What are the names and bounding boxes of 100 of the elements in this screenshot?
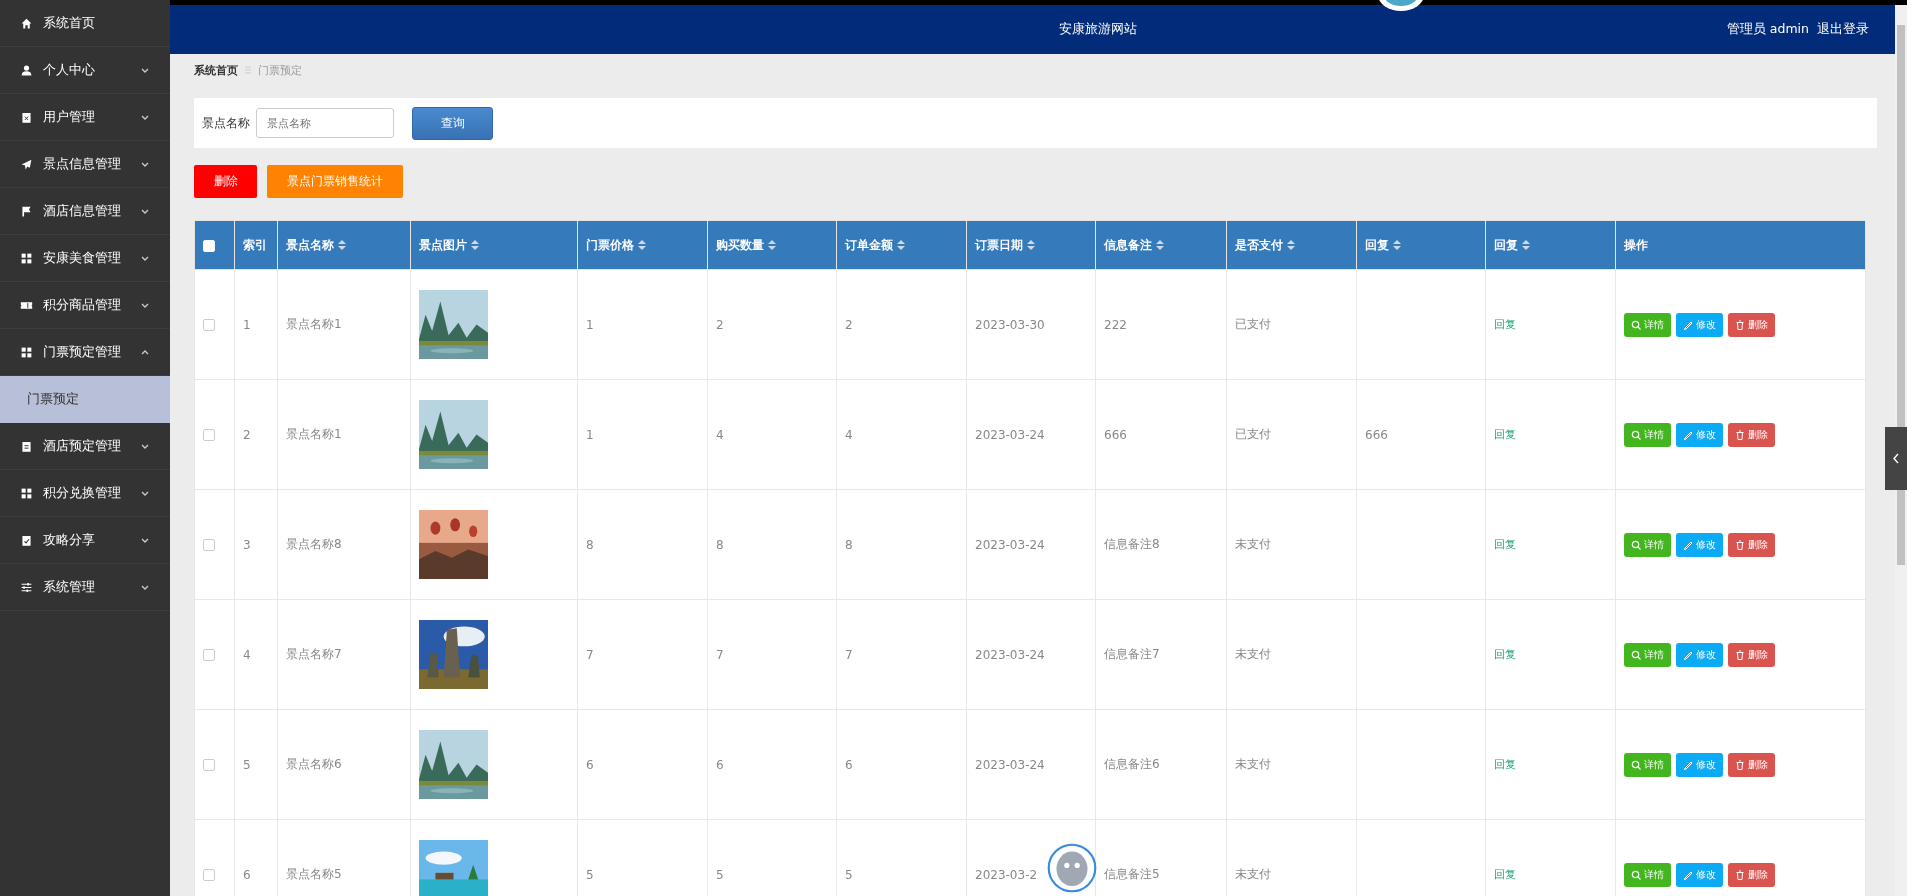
sort-icon[interactable] [1287, 240, 1295, 250]
reply-link[interactable]: 回复 [1494, 318, 1516, 330]
details-button[interactable]: 详情 [1624, 752, 1671, 777]
column-header[interactable]: 订单金额 [836, 220, 967, 270]
edit-button[interactable]: 修改 [1676, 752, 1723, 777]
trash-icon [1735, 429, 1745, 440]
delete-button[interactable]: 删除 [1728, 312, 1775, 337]
pencil-icon [1683, 429, 1693, 440]
table-cell: 未支付 [1235, 757, 1271, 771]
sort-icon[interactable] [338, 240, 346, 250]
table-cell: 信息备注5 [1104, 867, 1160, 881]
search-icon [1631, 319, 1641, 330]
pencil-icon [1683, 319, 1693, 330]
table-cell: 2 [243, 427, 251, 442]
table-cell: 2023-03-24 [975, 647, 1045, 662]
table-cell: 6 [716, 757, 724, 772]
sort-icon[interactable] [471, 240, 479, 250]
delete-button[interactable]: 删除 [1728, 862, 1775, 887]
reply-link[interactable]: 回复 [1494, 648, 1516, 660]
table-cell: 景点名称7 [286, 647, 342, 661]
details-button[interactable]: 详情 [1624, 532, 1671, 557]
column-header[interactable]: 是否支付 [1226, 220, 1357, 270]
column-header[interactable]: 回复 [1356, 220, 1486, 270]
sort-icon[interactable] [1393, 240, 1401, 250]
column-header[interactable]: 景点名称 [277, 220, 411, 270]
sort-icon[interactable] [1027, 240, 1035, 250]
breadcrumb-current: 门票预定 [258, 62, 302, 78]
reply-link[interactable]: 回复 [1494, 428, 1516, 440]
table-cell: 8 [845, 537, 853, 552]
edit-button[interactable]: 修改 [1676, 422, 1723, 447]
select-all-checkbox[interactable] [203, 239, 215, 252]
statistics-button[interactable]: 景点门票销售统计 [267, 165, 403, 198]
row-checkbox[interactable] [203, 539, 215, 551]
sort-icon[interactable] [897, 240, 905, 250]
edit-button[interactable]: 修改 [1676, 312, 1723, 337]
pencil-icon [1683, 759, 1693, 770]
table-cell: 景点名称8 [286, 537, 342, 551]
column-header: 索引 [234, 220, 278, 270]
column-header[interactable]: 回复 [1485, 220, 1616, 270]
reply-link[interactable]: 回复 [1494, 538, 1516, 550]
grid-icon [20, 251, 33, 265]
search-icon [1631, 759, 1641, 770]
reply-link[interactable]: 回复 [1494, 758, 1516, 770]
table-cell: 2023-03-30 [975, 317, 1045, 332]
search-field[interactable]: 景点名称 [256, 108, 394, 138]
sort-icon[interactable] [1156, 240, 1164, 250]
row-checkbox[interactable] [203, 429, 215, 441]
table-cell: 6 [243, 867, 251, 882]
details-button[interactable]: 详情 [1624, 862, 1671, 887]
table-cell: 信息备注8 [1104, 537, 1160, 551]
table-cell: 7 [845, 647, 853, 662]
column-header[interactable]: 信息备注 [1095, 220, 1227, 270]
table-cell: 2023-03-2 [975, 867, 1038, 882]
details-button[interactable]: 详情 [1624, 312, 1671, 337]
table-cell: 2023-03-24 [975, 427, 1045, 442]
reply-link[interactable]: 回复 [1494, 868, 1516, 880]
table-cell: 3 [243, 537, 251, 552]
home-icon [20, 16, 33, 30]
table-cell: 未支付 [1235, 867, 1271, 881]
trash-icon [1735, 869, 1745, 880]
edit-button[interactable]: 修改 [1676, 532, 1723, 557]
pencil-icon [1683, 869, 1693, 880]
table-cell: 5 [845, 867, 853, 882]
row-checkbox[interactable] [203, 759, 215, 771]
edit-button[interactable]: 修改 [1676, 862, 1723, 887]
table-cell: 8 [716, 537, 724, 552]
column-header[interactable]: 景点图片 [410, 220, 578, 270]
table-cell: 未支付 [1235, 647, 1271, 661]
search-button[interactable]: 查询 [412, 106, 493, 140]
row-checkbox[interactable] [203, 319, 215, 331]
table-cell: 666 [1104, 427, 1127, 442]
column-header[interactable]: 门票价格 [577, 220, 708, 270]
table-cell: 666 [1365, 427, 1388, 442]
flag-icon [20, 204, 33, 218]
table-cell: 2 [845, 317, 853, 332]
sort-icon[interactable] [638, 240, 646, 250]
delete-button[interactable]: 删除 [1728, 752, 1775, 777]
delete-button[interactable]: 删除 [1728, 642, 1775, 667]
edit-button[interactable]: 修改 [1676, 642, 1723, 667]
table-cell: 景点名称1 [286, 317, 342, 331]
breadcrumb-link[interactable]: 系统首页 [194, 62, 238, 78]
robot-avatar-icon[interactable] [1047, 843, 1097, 893]
sidebar-subitem[interactable]: 门票预定 [0, 376, 170, 423]
table-cell: 5 [586, 867, 594, 882]
sort-icon[interactable] [1522, 240, 1530, 250]
row-checkbox[interactable] [203, 869, 215, 881]
delete-button[interactable]: 删除 [1728, 532, 1775, 557]
table-cell: 5 [243, 757, 251, 772]
sort-icon[interactable] [768, 240, 776, 250]
column-header[interactable]: 订票日期 [966, 220, 1096, 270]
column-header[interactable]: 购买数量 [707, 220, 837, 270]
details-button[interactable]: 详情 [1624, 422, 1671, 447]
delete-button[interactable]: 删除 [194, 165, 257, 198]
logout-link[interactable]: 退出登录 [1817, 21, 1869, 38]
delete-button[interactable]: 删除 [1728, 422, 1775, 447]
details-button[interactable]: 详情 [1624, 642, 1671, 667]
table-cell: 6 [845, 757, 853, 772]
row-checkbox[interactable] [203, 649, 215, 661]
table-cell: 5 [716, 867, 724, 882]
trash-icon [1735, 759, 1745, 770]
